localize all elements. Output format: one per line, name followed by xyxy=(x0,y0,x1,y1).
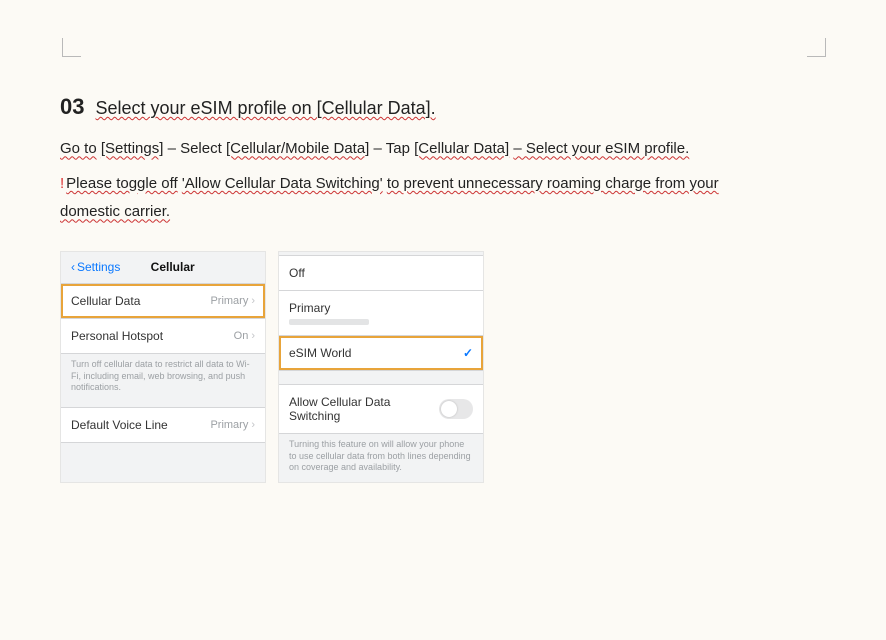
text: – Select xyxy=(168,140,222,157)
chevron-right-icon: › xyxy=(251,419,255,431)
text: Go to xyxy=(60,140,97,157)
instruction-line-2: !Please toggle off 'Allow Cellular Data … xyxy=(60,170,820,227)
crop-mark-top-left xyxy=(62,38,81,57)
text: – Select your eSIM profile. xyxy=(513,140,689,157)
row-label: Cellular Data xyxy=(71,294,140,308)
value-text: On xyxy=(234,330,249,342)
step-title-text: Select your eSIM profile on [Cellular Da… xyxy=(96,98,436,118)
row-value: Primary › xyxy=(210,295,255,307)
row-voice-line[interactable]: Default Voice Line Primary › xyxy=(61,407,265,443)
group-footer-note: Turning this feature on will allow your … xyxy=(279,434,483,474)
row-primary[interactable]: Primary xyxy=(279,290,483,336)
row-label: eSIM World xyxy=(289,346,351,360)
phone-panel-cellular: ‹ Settings Cellular Cellular Data Primar… xyxy=(60,251,266,483)
document-page: 03 Select your eSIM profile on [Cellular… xyxy=(0,0,886,640)
row-allow-switching[interactable]: Allow Cellular Data Switching xyxy=(279,384,483,434)
text: 'Allow Cellular Data Switching' xyxy=(182,175,383,192)
row-off[interactable]: Off xyxy=(279,255,483,291)
nav-bar: ‹ Settings Cellular xyxy=(61,252,265,284)
value-text: Primary xyxy=(210,419,248,431)
text: [Cellular/Mobile Data] xyxy=(226,140,369,157)
row-label: Primary xyxy=(289,301,330,315)
value-text: Primary xyxy=(210,295,248,307)
text: to prevent unnecessary roaming charge fr… xyxy=(387,175,719,192)
settings-group-2: Default Voice Line Primary › xyxy=(61,407,265,443)
warning-icon: ! xyxy=(60,175,64,192)
row-label: Allow Cellular Data Switching xyxy=(289,395,439,423)
row-cellular-data[interactable]: Cellular Data Primary › xyxy=(61,283,265,319)
row-value: On › xyxy=(234,330,255,342)
row-esim-world[interactable]: eSIM World ✓ xyxy=(279,335,483,371)
text: [Settings] xyxy=(101,140,164,157)
group-footer-note: Turn off cellular data to restrict all d… xyxy=(61,354,265,394)
text: Please toggle off xyxy=(66,175,177,192)
line-choice-group: Off Primary eSIM World ✓ xyxy=(279,255,483,371)
text: domestic carrier. xyxy=(60,203,170,220)
row-label: Personal Hotspot xyxy=(71,329,163,343)
text: [Cellular Data] xyxy=(414,140,509,157)
settings-group-1: Cellular Data Primary › Personal Hotspot… xyxy=(61,283,265,394)
chevron-right-icon: › xyxy=(251,330,255,342)
switching-group: Allow Cellular Data Switching Turning th… xyxy=(279,384,483,474)
text: – Tap xyxy=(374,140,410,157)
phone-panel-data-line: Off Primary eSIM World ✓ Allow Cellular … xyxy=(278,251,484,483)
checkmark-icon: ✓ xyxy=(463,346,473,360)
screenshot-row: ‹ Settings Cellular Cellular Data Primar… xyxy=(60,251,820,483)
toggle-switch-off[interactable] xyxy=(439,399,473,419)
row-label: Off xyxy=(289,266,305,280)
row-value: Primary › xyxy=(210,419,255,431)
row-hotspot[interactable]: Personal Hotspot On › xyxy=(61,318,265,354)
chevron-left-icon: ‹ xyxy=(71,260,75,274)
nav-title: Cellular xyxy=(90,260,255,274)
chevron-right-icon: › xyxy=(251,295,255,307)
number-placeholder xyxy=(289,319,369,325)
step-title: 03 Select your eSIM profile on [Cellular… xyxy=(60,88,820,125)
row-label: Default Voice Line xyxy=(71,418,168,432)
step-content: 03 Select your eSIM profile on [Cellular… xyxy=(60,28,820,483)
crop-mark-top-right xyxy=(807,38,826,57)
step-number: 03 xyxy=(60,94,84,119)
instruction-line-1: Go to [Settings] – Select [Cellular/Mobi… xyxy=(60,135,820,164)
